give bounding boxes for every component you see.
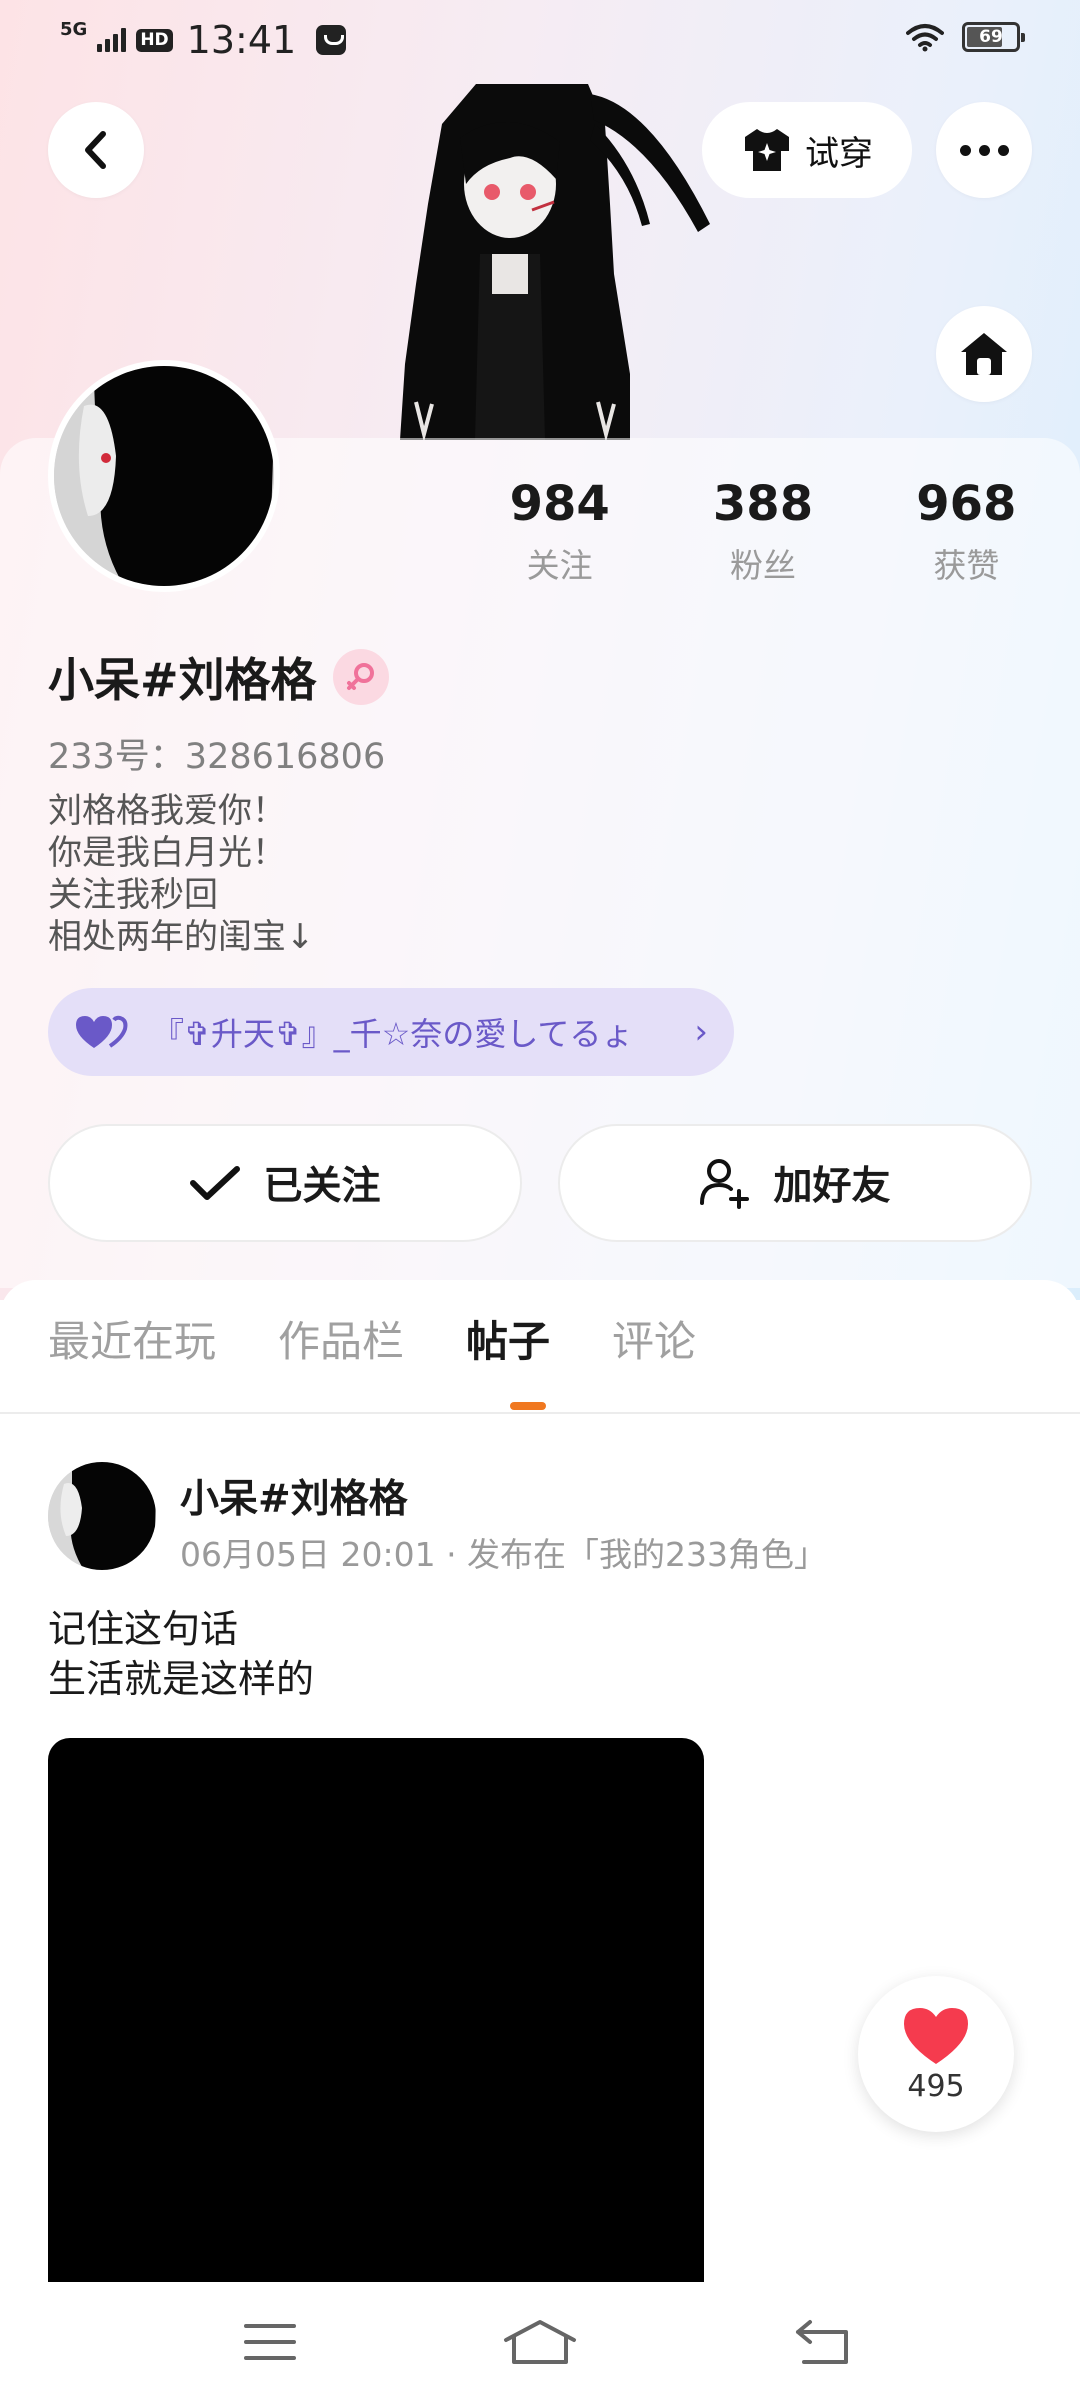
avatar-image [54,366,274,586]
post-author-name[interactable]: 小呆#刘格格 [180,1468,408,1524]
system-nav-bar [0,2282,1080,2408]
network-type: 5G [60,19,88,40]
relationship-link[interactable]: 『✞升天✞』_千☆奈の愛してるょ › [48,988,734,1076]
hd-badge: HD [136,28,173,52]
try-on-label: 试穿 [805,133,873,174]
post-image[interactable] [48,1738,704,2298]
stat-value: 388 [712,476,814,532]
more-button[interactable] [936,102,1032,198]
post-meta: 06月05日 20:01 · 发布在「我的233角色」 [180,1535,828,1574]
status-bar: 5G HD 13:41 69 [0,0,1080,80]
followed-label: 已关注 [263,1164,381,1209]
stat-label: 粉丝 [729,545,796,585]
stat-value: 968 [916,476,1017,532]
like-button[interactable]: 495 [858,1976,1014,2132]
character-avatar-figure [400,84,710,440]
profile-tabs: 最近在玩 作品栏 帖子 评论 [48,1308,696,1369]
stat-label: 关注 [526,545,593,585]
like-count: 495 [907,2068,965,2104]
home-button[interactable] [936,306,1032,402]
profile-nickname: 小呆#刘格格 [48,653,317,707]
battery-icon: 69 [962,22,1025,52]
stat-followers[interactable]: 388 粉丝 [661,478,864,587]
battery-level: 69 [979,27,1003,47]
chevron-right-icon: › [694,1012,708,1052]
post-text-line: 生活就是这样的 [48,1657,315,1701]
heart-icon [904,2007,968,2064]
profile-bio: 刘格格我爱你！ 你是我白月光！ 关注我秒回 相处两年的闺宝↓ [48,790,315,958]
female-icon [332,649,389,705]
bio-line: 关注我秒回 [48,875,218,915]
more-icon [959,144,1009,156]
stat-likes[interactable]: 968 获赞 [865,478,1068,587]
back-arrow-icon [85,131,106,169]
bio-line: 相处两年的闺宝↓ [48,917,315,957]
back-button[interactable] [48,102,144,198]
bio-line: 刘格格我爱你！ [48,791,286,831]
profile-stats: 984 关注 388 粉丝 968 获赞 [458,478,1068,587]
add-friend-button[interactable]: 加好友 [558,1124,1032,1242]
signal-icon [97,28,127,52]
followed-button[interactable]: 已关注 [48,1124,522,1242]
wifi-icon [906,24,944,52]
home-outline-icon [504,2320,576,2364]
shirt-icon [745,129,789,171]
nav-home-button[interactable] [480,2302,600,2382]
stat-label: 获赞 [933,545,1000,585]
post-text: 记住这句话 生活就是这样的 [48,1604,314,1704]
nickname-row: 小呆#刘格格 [48,644,389,710]
return-icon [796,2320,848,2364]
app-notification-icon [316,25,347,55]
status-time: 13:41 [186,18,297,62]
add-friend-label: 加好友 [773,1164,891,1209]
home-icon [961,333,1007,375]
stat-following[interactable]: 984 关注 [458,478,661,587]
post-author-avatar[interactable] [48,1462,156,1570]
nav-back-button[interactable] [762,2302,882,2382]
stat-value: 984 [509,476,610,532]
bio-line: 你是我白月光！ [48,833,286,873]
avatar-image [48,1462,156,1570]
try-on-button[interactable]: 试穿 [702,102,912,198]
active-tab-indicator [510,1402,546,1410]
tab-works[interactable]: 作品栏 [278,1308,404,1369]
double-heart-icon [76,1015,128,1048]
nav-menu-button[interactable] [210,2302,330,2382]
profile-avatar[interactable] [48,360,280,592]
relationship-name: 『✞升天✞』_千☆奈の愛してるょ [152,1015,634,1053]
tab-comments[interactable]: 评论 [612,1308,696,1369]
tabs-divider [0,1412,1080,1414]
add-user-icon [700,1159,750,1209]
checkmark-icon [190,1166,241,1200]
user-id: 233号：328616806 [48,737,386,777]
tab-recently-played[interactable]: 最近在玩 [48,1308,216,1369]
post-text-line: 记住这句话 [48,1607,239,1651]
tab-posts[interactable]: 帖子 [466,1308,550,1369]
menu-icon [244,2324,296,2360]
